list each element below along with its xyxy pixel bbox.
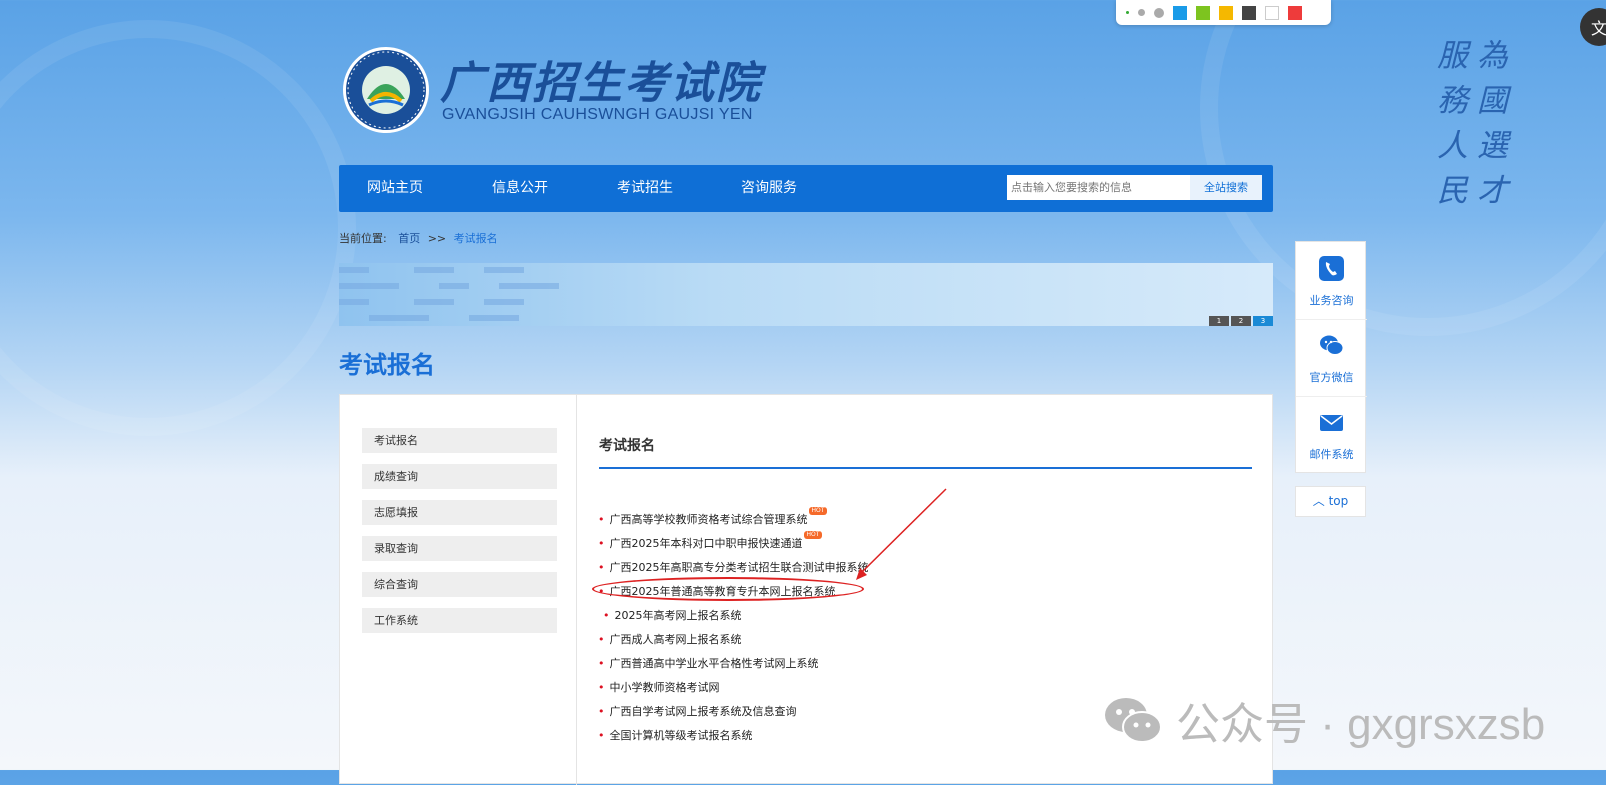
mail-system-label: 邮件系统: [1309, 448, 1354, 461]
back-to-top-button[interactable]: ︿ top: [1295, 486, 1366, 517]
business-consult-button[interactable]: 业务咨询: [1296, 242, 1367, 319]
official-wechat-label: 官方微信: [1309, 371, 1354, 384]
mail-icon: [1320, 415, 1343, 431]
watermark: 公众号 · gxgrsxzsb: [1102, 688, 1545, 752]
right-float-panel: 业务咨询 官方微信 邮件系统: [1295, 241, 1367, 473]
phone-icon: [1319, 256, 1344, 281]
mail-system-button[interactable]: 邮件系统: [1296, 396, 1367, 473]
wechat-icon: [1105, 698, 1162, 743]
chevron-up-icon: ︿: [1312, 494, 1325, 508]
business-consult-label: 业务咨询: [1309, 294, 1354, 307]
watermark-text: 公众号 · gxgrsxzsb: [1176, 700, 1546, 749]
wechat-icon: [1320, 335, 1344, 355]
official-wechat-button[interactable]: 官方微信: [1296, 319, 1367, 396]
top-label: top: [1328, 494, 1349, 508]
